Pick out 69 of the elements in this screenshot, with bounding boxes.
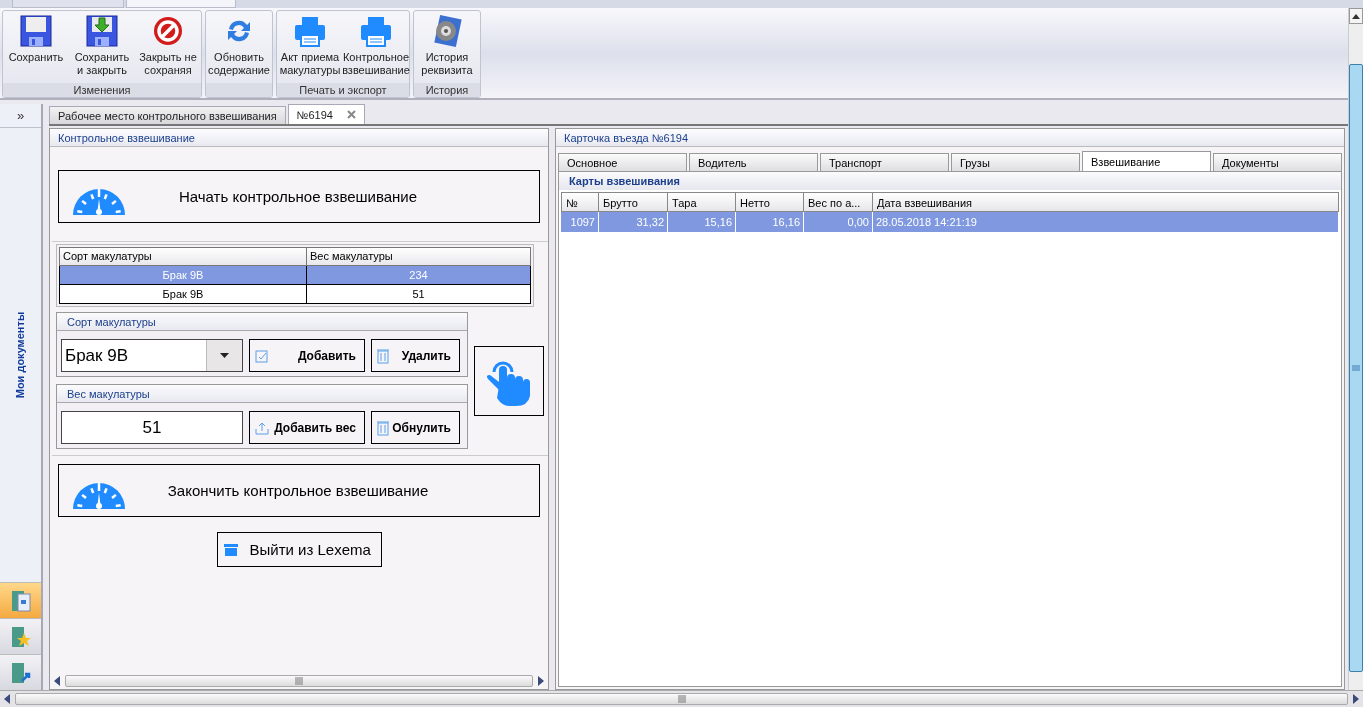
close-icon[interactable] [346, 110, 356, 119]
delete-button[interactable]: Удалить [371, 339, 460, 372]
folder-arrow-icon [9, 660, 32, 685]
tab[interactable]: Транспорт [820, 153, 949, 171]
touch-button[interactable] [474, 345, 544, 416]
caret-icon [220, 353, 229, 358]
tab[interactable]: Взвешивание [1082, 151, 1211, 171]
printer-icon [294, 15, 326, 47]
column-header[interactable]: Вес по а... [804, 192, 873, 212]
vertical-scrollbar[interactable] [1348, 8, 1363, 690]
tab[interactable]: Водитель [689, 153, 818, 171]
navigation-title: Мои документы [14, 311, 27, 399]
group-title: Сорт макулатуры [57, 313, 467, 331]
group-label: История [414, 83, 480, 97]
section-title: Карты взвешивания [559, 172, 1341, 190]
document-tab[interactable]: №6194 [287, 104, 365, 124]
panel-title: Контрольное взвешивание [50, 129, 548, 147]
navigation-item[interactable] [0, 618, 41, 654]
grade-dropdown[interactable]: Брак 9В [61, 339, 243, 372]
checklist-icon [255, 348, 269, 363]
navigation-item[interactable] [0, 582, 41, 618]
tab[interactable]: Основное [558, 153, 687, 171]
column-header[interactable]: Брутто [599, 192, 668, 212]
navigation-item[interactable] [0, 654, 41, 690]
ribbon-button[interactable]: Сохранить и закрыть [69, 15, 135, 83]
finish-weighing-button[interactable]: Закончить контрольное взвешивание [58, 464, 540, 517]
ribbon-button[interactable]: Акт приема макулатуры [277, 15, 343, 83]
column-header[interactable]: Нетто [736, 192, 804, 212]
printer-icon [360, 15, 392, 47]
scroll-left-icon[interactable] [54, 676, 61, 686]
tray-upload-icon [255, 420, 269, 435]
add-weight-button[interactable]: Добавить вес [249, 411, 365, 444]
column-header[interactable]: № [561, 192, 599, 212]
group-footer [206, 83, 272, 97]
ribbon-button[interactable]: Обновить содержание [206, 15, 272, 83]
scroll-right-icon[interactable] [1352, 694, 1359, 704]
scroll-right-icon[interactable] [537, 676, 544, 686]
column-header[interactable]: Дата взвешивания [873, 192, 1339, 212]
column-header[interactable]: Тара [668, 192, 736, 212]
group-label: Печать и экспорт [277, 83, 409, 97]
column-header: Сорт макулатуры [59, 247, 307, 266]
reset-button[interactable]: Обнулить [371, 411, 460, 444]
ribbon-button[interactable]: Сохранить [3, 15, 69, 83]
trash-icon [377, 347, 389, 364]
document-tab[interactable]: Рабочее место контрольного взвешивания [49, 106, 286, 124]
tab[interactable]: Документы [1213, 153, 1342, 171]
dropdown-button[interactable] [206, 340, 242, 371]
horizontal-scrollbar[interactable] [0, 690, 1363, 707]
tab[interactable]: Грузы [951, 153, 1080, 171]
scroll-left-icon[interactable] [4, 694, 11, 704]
trash-icon [377, 419, 389, 436]
documents-icon [9, 588, 32, 613]
exit-button[interactable]: Выйти из Lexema [216, 532, 382, 567]
group-label: Изменения [3, 83, 201, 97]
star-folder-icon [9, 624, 32, 649]
weight-field[interactable]: 51 [61, 411, 243, 444]
scroll-up-icon[interactable] [1352, 13, 1360, 19]
ribbon-button[interactable]: Контрольное взвешивание [343, 15, 409, 83]
panel-title: Карточка въезда №6194 [556, 129, 1344, 147]
box-icon [223, 543, 238, 556]
column-header: Вес макулатуры [307, 247, 531, 266]
ribbon-button[interactable]: Закрыть не сохраняя [135, 15, 201, 83]
ribbon-button[interactable]: История реквизита [414, 15, 480, 83]
add-button[interactable]: Добавить [249, 339, 365, 372]
group-title: Вес макулатуры [57, 385, 467, 403]
start-weighing-button[interactable]: Начать контрольное взвешивание [58, 170, 540, 223]
prohibited-icon [152, 15, 184, 47]
table-cell[interactable]: 51 [307, 285, 531, 304]
table-cell[interactable]: Брак 9В [59, 285, 307, 304]
